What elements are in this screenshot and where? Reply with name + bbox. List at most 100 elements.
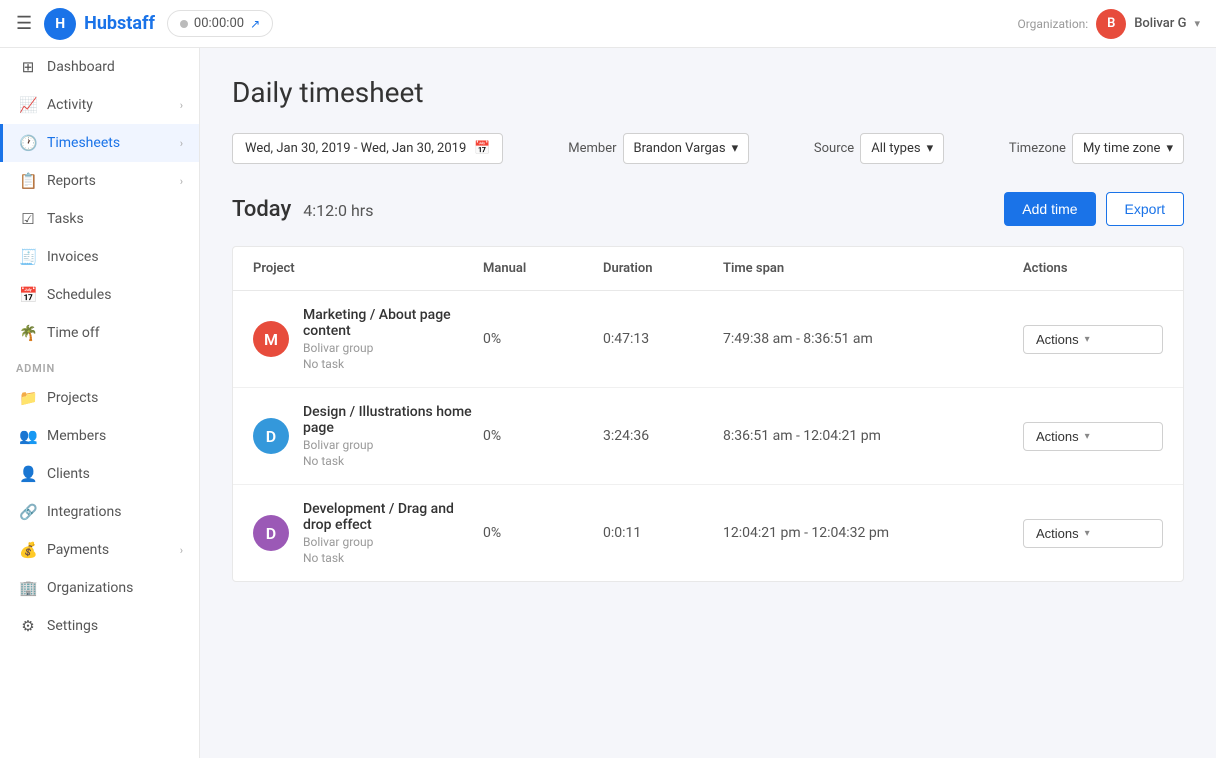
project-info-0: Marketing / About page content Bolivar g… [303,307,483,371]
project-cell-2: D Development / Drag and drop effect Bol… [253,501,483,565]
schedules-icon: 📅 [19,286,37,304]
project-name-2: Development / Drag and drop effect [303,501,483,533]
timesheets-icon: 🕐 [19,134,37,152]
member-select[interactable]: Brandon Vargas ▾ [623,133,750,164]
reports-chevron-icon: › [180,175,183,188]
date-picker[interactable]: Wed, Jan 30, 2019 - Wed, Jan 30, 2019 📅 [232,133,503,164]
duration-1: 3:24:36 [603,428,723,444]
col-project: Project [253,261,483,276]
source-chevron-icon: ▾ [927,141,934,156]
duration-0: 0:47:13 [603,331,723,347]
sidebar-item-timesheets[interactable]: 🕐 Timesheets › [0,124,199,162]
timer-dot-icon [180,20,188,28]
sidebar: ⊞ Dashboard 📈 Activity › 🕐 Timesheets › … [0,48,200,758]
timezone-filter: Timezone My time zone ▾ [1009,133,1184,164]
org-label: Organization: [1017,17,1088,31]
timezone-label: Timezone [1009,141,1066,156]
sidebar-item-payments[interactable]: 💰 Payments › [0,531,199,569]
project-task-2: No task [303,551,483,565]
today-label: Today [232,197,291,222]
manual-1: 0% [483,428,603,444]
activity-chevron-icon: › [180,99,183,112]
timeoff-icon: 🌴 [19,324,37,342]
timezone-select[interactable]: My time zone ▾ [1072,133,1184,164]
sidebar-item-schedules[interactable]: 📅 Schedules [0,276,199,314]
col-timespan: Time span [723,261,1023,276]
actions-chevron-icon-2: ▾ [1085,528,1090,539]
date-range-text: Wed, Jan 30, 2019 - Wed, Jan 30, 2019 [245,141,466,156]
activity-icon: 📈 [19,96,37,114]
timer-expand-icon[interactable]: ↗ [250,17,260,31]
user-initial: B [1107,16,1115,31]
timer-widget[interactable]: 00:00:00 ↗ [167,10,273,37]
user-menu-chevron-icon[interactable]: ▾ [1194,17,1200,30]
sidebar-item-members[interactable]: 👥 Members [0,417,199,455]
sidebar-item-organizations[interactable]: 🏢 Organizations [0,569,199,607]
export-button[interactable]: Export [1106,192,1184,226]
table-row: D Design / Illustrations home page Boliv… [233,388,1183,485]
timespan-1: 8:36:51 am - 12:04:21 pm [723,428,1023,444]
invoices-icon: 🧾 [19,248,37,266]
timezone-chevron-icon: ▾ [1166,141,1173,156]
source-select[interactable]: All types ▾ [860,133,944,164]
timespan-2: 12:04:21 pm - 12:04:32 pm [723,525,1023,541]
table-header: Project Manual Duration Time span Action… [233,247,1183,291]
sidebar-item-dashboard[interactable]: ⊞ Dashboard [0,48,199,86]
user-avatar: B [1096,9,1126,39]
actions-button-0[interactable]: Actions ▾ [1023,325,1163,354]
menu-hamburger-icon[interactable]: ☰ [16,13,32,34]
sidebar-item-reports[interactable]: 📋 Reports › [0,162,199,200]
sidebar-item-clients[interactable]: 👤 Clients [0,455,199,493]
sidebar-item-activity[interactable]: 📈 Activity › [0,86,199,124]
payments-chevron-icon: › [180,544,183,557]
project-org-1: Bolivar group [303,438,483,452]
reports-icon: 📋 [19,172,37,190]
sidebar-item-invoices[interactable]: 🧾 Invoices [0,238,199,276]
timesheet-table: Project Manual Duration Time span Action… [232,246,1184,582]
sidebar-item-integrations[interactable]: 🔗 Integrations [0,493,199,531]
table-row: M Marketing / About page content Bolivar… [233,291,1183,388]
timespan-0: 7:49:38 am - 8:36:51 am [723,331,1023,347]
actions-chevron-icon-1: ▾ [1085,431,1090,442]
main-content: Daily timesheet Wed, Jan 30, 2019 - Wed,… [200,48,1216,758]
settings-icon: ⚙ [19,617,37,635]
source-value: All types [871,141,920,156]
actions-button-1[interactable]: Actions ▾ [1023,422,1163,451]
project-task-0: No task [303,357,483,371]
timesheets-chevron-icon: › [180,137,183,150]
duration-2: 0:0:11 [603,525,723,541]
col-manual: Manual [483,261,603,276]
project-cell-1: D Design / Illustrations home page Boliv… [253,404,483,468]
sidebar-item-timeoff[interactable]: 🌴 Time off [0,314,199,352]
member-chevron-icon: ▾ [732,141,739,156]
sidebar-label-tasks: Tasks [47,211,84,227]
tasks-icon: ☑ [19,210,37,228]
payments-icon: 💰 [19,541,37,559]
source-filter: Source All types ▾ [814,133,944,164]
project-avatar-2: D [253,515,289,551]
sidebar-item-settings[interactable]: ⚙ Settings [0,607,199,645]
source-label: Source [814,141,854,156]
sidebar-label-dashboard: Dashboard [47,59,115,75]
project-org-2: Bolivar group [303,535,483,549]
sidebar-label-timesheets: Timesheets [47,135,120,151]
project-cell-0: M Marketing / About page content Bolivar… [253,307,483,371]
user-name: Bolivar G [1134,16,1186,31]
sidebar-label-schedules: Schedules [47,287,111,303]
projects-icon: 📁 [19,389,37,407]
filters-row: Wed, Jan 30, 2019 - Wed, Jan 30, 2019 📅 … [232,133,1184,164]
timezone-value: My time zone [1083,141,1161,156]
sidebar-label-invoices: Invoices [47,249,99,265]
sidebar-item-tasks[interactable]: ☑ Tasks [0,200,199,238]
actions-label-1: Actions [1036,429,1079,444]
actions-button-2[interactable]: Actions ▾ [1023,519,1163,548]
members-icon: 👥 [19,427,37,445]
project-avatar-0: M [253,321,289,357]
clients-icon: 👤 [19,465,37,483]
calendar-icon: 📅 [474,141,490,156]
sidebar-label-clients: Clients [47,466,90,482]
add-time-button[interactable]: Add time [1004,192,1095,226]
sidebar-item-projects[interactable]: 📁 Projects [0,379,199,417]
project-info-1: Design / Illustrations home page Bolivar… [303,404,483,468]
member-label: Member [568,141,616,156]
